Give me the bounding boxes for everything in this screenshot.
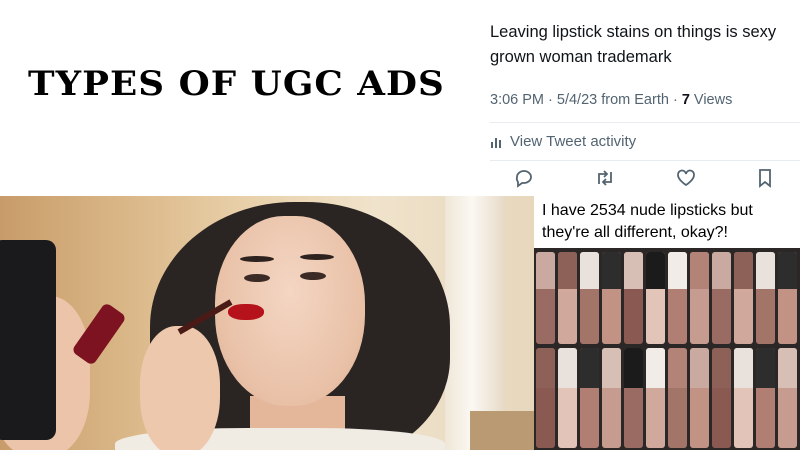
lipstick-tube [558, 252, 577, 344]
retweet-icon[interactable] [594, 168, 616, 188]
lipstick-tube [646, 252, 665, 344]
analytics-icon [491, 137, 501, 148]
lipstick-tube [602, 252, 621, 344]
divider [490, 122, 800, 123]
tweet-timestamp[interactable]: 3:06 PM · 5/4/23 from Earth · [490, 92, 682, 108]
lipstick-tube [536, 252, 555, 344]
tweet-text: Leaving lipstick stains on things is sex… [490, 23, 777, 66]
like-icon[interactable] [676, 168, 696, 188]
bookmark-icon[interactable] [756, 168, 774, 188]
lipstick-tube [602, 348, 621, 448]
page-title: TYPES OF UGC ADS [28, 64, 445, 104]
tweet-meta: 3:06 PM · 5/4/23 from Earth · 7 Views [490, 92, 732, 108]
woman-applying-lipstick-photo [0, 196, 534, 450]
hand [140, 326, 220, 450]
lipstick-tube [580, 348, 599, 448]
red-lips [228, 304, 264, 320]
lipstick-tube [734, 348, 753, 448]
lipstick-tube [756, 348, 775, 448]
lipstick-tube [690, 252, 709, 344]
lipstick-tube [624, 252, 643, 344]
lipstick-tube [756, 252, 775, 344]
lipstick-tube [624, 348, 643, 448]
lipstick-tube [668, 348, 687, 448]
lipstick-tube [712, 348, 731, 448]
lipstick-tube [734, 252, 753, 344]
tweet-views-count: 7 [681, 92, 690, 108]
tweet-views-label: Views [689, 92, 733, 108]
tweet-actions [514, 168, 774, 188]
lipstick-tube [558, 348, 577, 448]
meme-caption: I have 2534 nude lipsticks but they're a… [542, 202, 753, 241]
lipstick-tube [580, 252, 599, 344]
tweet-card: Leaving lipstick stains on things is sex… [474, 0, 800, 196]
smartphone [0, 240, 56, 440]
lipstick-tube [712, 252, 731, 344]
lipstick-tube [778, 348, 797, 448]
activity-label: View Tweet activity [510, 133, 637, 150]
lipstick-tube [778, 252, 797, 344]
view-tweet-activity-link[interactable]: View Tweet activity [490, 133, 636, 150]
lipstick-tube [690, 348, 709, 448]
lipstick-meme: I have 2534 nude lipsticks but they're a… [534, 196, 800, 450]
lipstick-tube [668, 252, 687, 344]
reply-icon[interactable] [514, 168, 534, 188]
divider [490, 160, 800, 161]
lipstick-collection-photo [534, 248, 800, 450]
lipstick-tube [646, 348, 665, 448]
lipstick-tube [536, 348, 555, 448]
